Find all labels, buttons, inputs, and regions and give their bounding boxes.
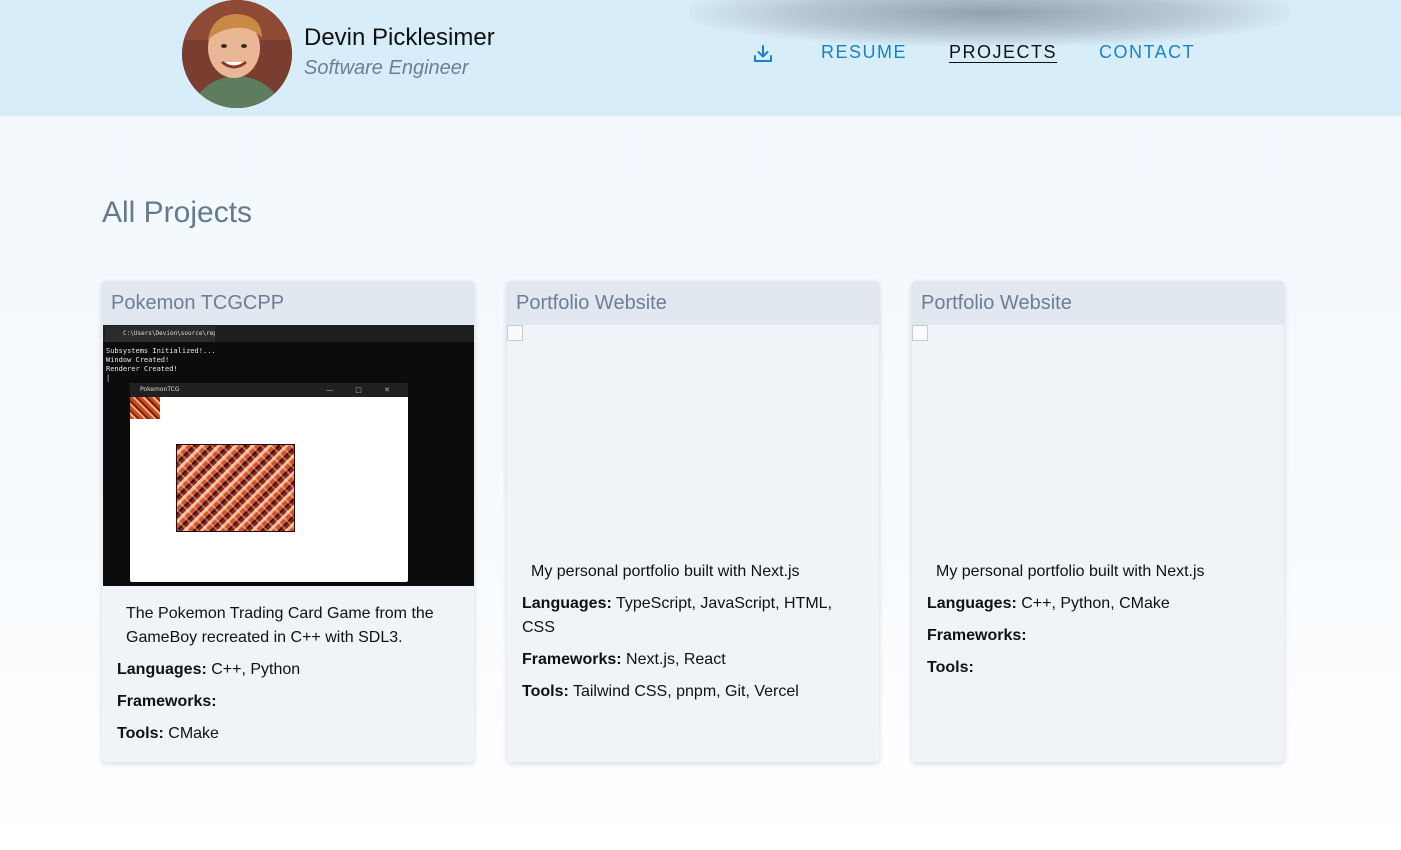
project-title: Portfolio Website: [912, 281, 1284, 325]
tools-label: Tools:: [522, 683, 569, 700]
project-tools: Tools: CMake: [117, 722, 459, 746]
broken-image-icon: [507, 325, 523, 341]
nav-contact-link[interactable]: CONTACT: [1099, 42, 1195, 63]
owner-name: Devin Picklesimer: [304, 24, 495, 51]
project-tools: Tools:: [927, 656, 1269, 680]
tools-value: CMake: [168, 725, 219, 742]
project-card[interactable]: Portfolio Website My personal portfolio …: [912, 281, 1284, 762]
project-frameworks: Frameworks: Next.js, React: [522, 648, 864, 672]
project-languages: Languages: C++, Python, CMake: [927, 592, 1269, 616]
owner-role: Software Engineer: [304, 57, 469, 79]
tools-value: Tailwind CSS, pnpm, Git, Vercel: [572, 683, 799, 700]
project-details: My personal portfolio built with Next.js…: [507, 560, 879, 704]
game-window: PokemonTCG — □ ✕: [130, 383, 408, 582]
project-screenshot: C:\Users\Devion\source\repos Subsystems …: [102, 325, 474, 586]
project-description: My personal portfolio built with Next.js: [936, 563, 1205, 580]
page-title: All Projects: [102, 196, 253, 229]
project-languages: Languages: C++, Python: [117, 658, 459, 682]
project-description: My personal portfolio built with Next.js: [531, 563, 800, 580]
broken-image-icon: [912, 325, 928, 341]
languages-label: Languages:: [927, 595, 1017, 612]
terminal-tabbar: C:\Users\Devion\source\repos: [103, 325, 474, 342]
languages-value: C++, Python: [211, 661, 301, 678]
card-sprite-large: [176, 444, 295, 532]
game-window-titlebar: PokemonTCG — □ ✕: [130, 383, 408, 397]
download-icon[interactable]: [752, 43, 774, 65]
frameworks-value: Next.js, React: [626, 651, 726, 668]
project-tools: Tools: Tailwind CSS, pnpm, Git, Vercel: [522, 680, 864, 704]
languages-label: Languages:: [117, 661, 207, 678]
tools-label: Tools:: [117, 725, 164, 742]
project-details: My personal portfolio built with Next.js…: [912, 560, 1284, 680]
avatar: [182, 0, 292, 108]
project-frameworks: Frameworks:: [117, 690, 459, 714]
languages-label: Languages:: [522, 595, 612, 612]
terminal-tab: C:\Users\Devion\source\repos: [105, 326, 215, 342]
tools-label: Tools:: [927, 659, 974, 676]
window-controls-icon: — □ ✕: [326, 386, 400, 394]
project-card[interactable]: Portfolio Website My personal portfolio …: [507, 281, 879, 762]
frameworks-label: Frameworks:: [522, 651, 622, 668]
site-header: Devin Picklesimer Software Engineer RESU…: [0, 0, 1401, 116]
project-title: Portfolio Website: [507, 281, 879, 325]
card-sprite-small: [130, 397, 160, 419]
project-description: The Pokemon Trading Card Game from the G…: [126, 605, 434, 646]
nav-resume-link[interactable]: RESUME: [821, 42, 907, 63]
project-title: Pokemon TCGCPP: [102, 281, 474, 325]
project-card[interactable]: Pokemon TCGCPP C:\Users\Devion\source\re…: [102, 281, 474, 762]
frameworks-label: Frameworks:: [927, 627, 1027, 644]
project-details: The Pokemon Trading Card Game from the G…: [102, 586, 474, 746]
header-blur-decoration: [690, 0, 1290, 46]
project-frameworks: Frameworks:: [927, 624, 1269, 648]
terminal-output: Subsystems Initialized!... Window Create…: [106, 347, 216, 382]
game-window-title: PokemonTCG: [140, 386, 180, 393]
languages-value: C++, Python, CMake: [1021, 595, 1170, 612]
frameworks-label: Frameworks:: [117, 693, 217, 710]
project-screenshot: [912, 325, 1284, 560]
nav-projects-link[interactable]: PROJECTS: [949, 42, 1057, 63]
avatar-photo: [182, 0, 292, 108]
project-languages: Languages: TypeScript, JavaScript, HTML,…: [522, 592, 864, 640]
terminal-screenshot: C:\Users\Devion\source\repos Subsystems …: [103, 325, 474, 586]
project-screenshot: [507, 325, 879, 560]
